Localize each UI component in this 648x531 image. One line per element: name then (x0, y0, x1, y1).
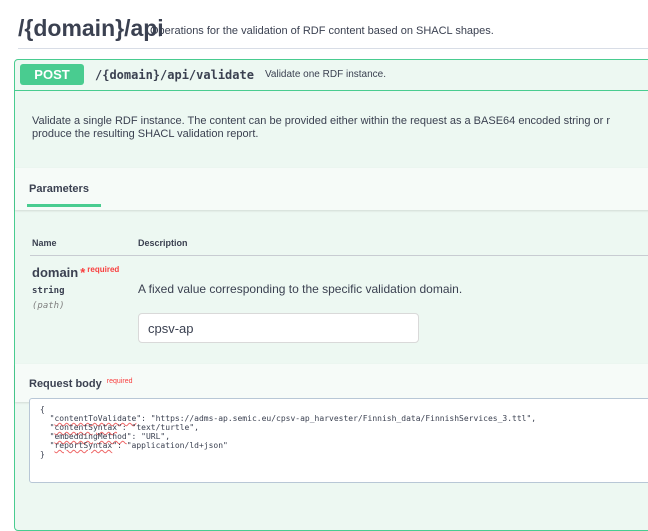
json-value: "text/turtle", (131, 423, 199, 432)
json-open-brace: { (40, 405, 45, 414)
parameter-type: string (32, 286, 65, 296)
parameter-description: A fixed value corresponding to the speci… (138, 282, 463, 296)
column-header-description: Description (138, 238, 188, 248)
required-label: required (87, 265, 120, 274)
required-label: required (106, 378, 133, 385)
operation-description-line: Validate a single RDF instance. The cont… (32, 115, 611, 127)
tag-header[interactable]: /{domain}/api Operations for the validat… (18, 10, 648, 49)
operation-description: Validate a single RDF instance. The cont… (32, 115, 648, 141)
json-value: "URL", (141, 432, 171, 441)
operation-summary[interactable]: POST /{domain}/api/validate Validate one… (15, 60, 648, 91)
json-value: "https://adms-ap.semic.eu/cpsv-ap_harves… (150, 414, 537, 423)
json-key: reportSyntax (54, 441, 113, 450)
tab-active-indicator (27, 204, 101, 207)
table-header-divider (30, 255, 648, 256)
json-close-brace: } (40, 450, 45, 459)
request-body-title: Request body required (29, 378, 132, 390)
json-key: embeddingMethod (54, 432, 127, 441)
json-key: contentToValidate (54, 414, 137, 423)
operation-summary-text: Validate one RDF instance. (265, 69, 386, 80)
parameter-name: domain * required (32, 265, 119, 280)
method-badge: POST (20, 64, 84, 85)
tag-title[interactable]: /{domain}/api (18, 15, 164, 42)
tab-parameters[interactable]: Parameters (29, 183, 89, 195)
tag-description: Operations for the validation of RDF con… (150, 25, 494, 37)
json-value: "application/ld+json" (126, 441, 228, 450)
parameters-header: Parameters (15, 168, 648, 210)
required-star: * (80, 265, 86, 280)
operation-description-line: produce the resulting SHACL validation r… (32, 128, 259, 140)
request-body-label: Request body (29, 378, 102, 390)
domain-input[interactable] (138, 313, 419, 343)
operation-path: /{domain}/api/validate (95, 68, 254, 82)
json-key: contentSyntax (54, 423, 118, 432)
parameter-name-text: domain (32, 265, 79, 280)
column-header-name: Name (32, 238, 57, 248)
request-body-header: Request body required (15, 364, 648, 402)
request-body-editor[interactable]: { "contentToValidate": "https://adms-ap.… (29, 398, 648, 483)
parameter-location: (path) (32, 301, 65, 311)
